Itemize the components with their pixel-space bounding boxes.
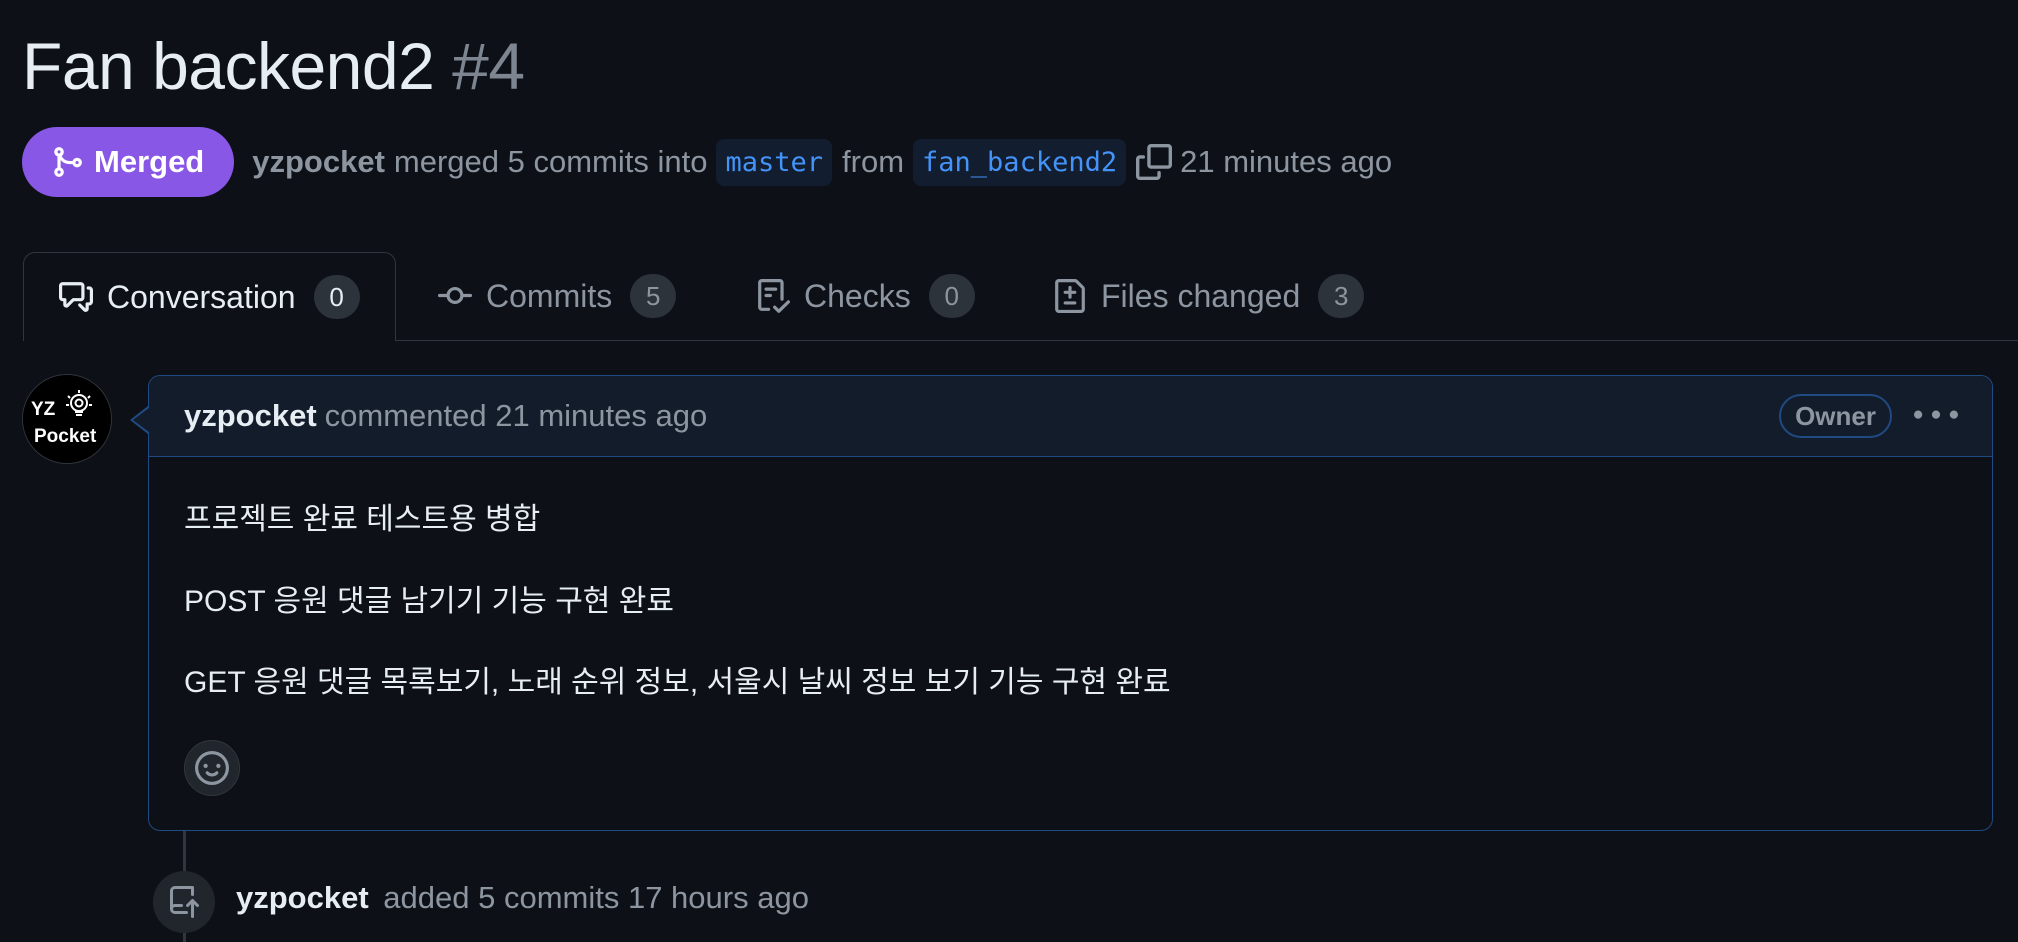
- comment-paragraph: 프로젝트 완료 테스트용 병합: [184, 503, 541, 536]
- tab-files-changed[interactable]: Files changed 3: [1053, 252, 1365, 340]
- comment-discussion-icon: [59, 280, 93, 314]
- comment-header: yzpocket commented 21 minutes ago Owner: [149, 376, 1992, 457]
- tab-conversation[interactable]: Conversation 0: [23, 252, 396, 341]
- tab-commits[interactable]: Commits 5: [438, 252, 677, 340]
- comment-paragraph: POST 응원 댓글 남기기 기능 구현 완료: [184, 585, 674, 618]
- pr-title: Fan backend2: [22, 29, 435, 103]
- avatar-text-yz: YZ: [31, 399, 56, 420]
- head-branch-link[interactable]: fan_backend2: [913, 138, 1127, 186]
- merge-action-text: merged 5 commits into: [393, 144, 708, 179]
- tab-label: Commits: [486, 277, 613, 314]
- checklist-icon: [756, 279, 790, 313]
- page-title: Fan backend2 #4: [22, 26, 525, 106]
- pr-comment: yzpocket commented 21 minutes ago Owner …: [148, 375, 1993, 831]
- timeline-event: yzpocket added 5 commits 17 hours ago: [236, 880, 809, 916]
- tab-counter: 0: [313, 275, 360, 319]
- repo-push-icon: [168, 886, 200, 918]
- pr-number: #4: [452, 29, 525, 103]
- timeline-author-link[interactable]: yzpocket: [236, 880, 369, 915]
- tab-counter: 5: [630, 274, 677, 318]
- from-text: from: [842, 144, 905, 179]
- merged-status-badge: Merged: [22, 127, 235, 197]
- pr-tabs: Conversation 0 Commits 5 Checks 0 Files …: [23, 252, 2018, 341]
- tab-counter: 3: [1318, 274, 1365, 318]
- yzpocket-logo-icon: YZ Pocket: [23, 375, 111, 463]
- base-branch-link[interactable]: master: [716, 138, 833, 186]
- timeline-badge: [153, 871, 215, 933]
- kebab-horizontal-icon[interactable]: [1914, 394, 1958, 438]
- merged-label: Merged: [94, 144, 205, 179]
- git-commit-icon: [438, 279, 472, 313]
- comment-paragraph: GET 응원 댓글 목록보기, 노래 순위 정보, 서울시 날씨 정보 보기 기…: [184, 666, 1171, 699]
- pr-meta: Merged yzpocket merged 5 commits into ma…: [22, 127, 1392, 197]
- tab-label: Conversation: [107, 278, 296, 315]
- git-merge-icon: [50, 145, 84, 179]
- comment-pointer-fill: [133, 408, 149, 432]
- pull-request-page: Fan backend2 #4 Merged yzpocket merged 5…: [0, 0, 2018, 942]
- tab-checks[interactable]: Checks 0: [756, 252, 975, 340]
- avatar[interactable]: YZ Pocket: [22, 374, 112, 464]
- author-link[interactable]: yzpocket: [252, 144, 385, 180]
- merge-time: 21 minutes ago: [1180, 144, 1393, 179]
- copy-icon[interactable]: [1136, 144, 1173, 180]
- avatar-text-pocket: Pocket: [34, 426, 97, 447]
- tab-counter: 0: [928, 274, 975, 318]
- comment-action[interactable]: commented 21 minutes ago: [325, 398, 708, 434]
- file-diff-icon: [1053, 279, 1087, 313]
- owner-badge: Owner: [1779, 394, 1892, 438]
- comment-author-link[interactable]: yzpocket: [184, 398, 317, 434]
- tab-label: Checks: [804, 277, 911, 314]
- add-reaction-button[interactable]: [184, 740, 240, 796]
- timeline-event-text: added 5 commits 17 hours ago: [383, 880, 809, 915]
- tab-label: Files changed: [1101, 277, 1301, 314]
- smiley-icon: [195, 751, 229, 785]
